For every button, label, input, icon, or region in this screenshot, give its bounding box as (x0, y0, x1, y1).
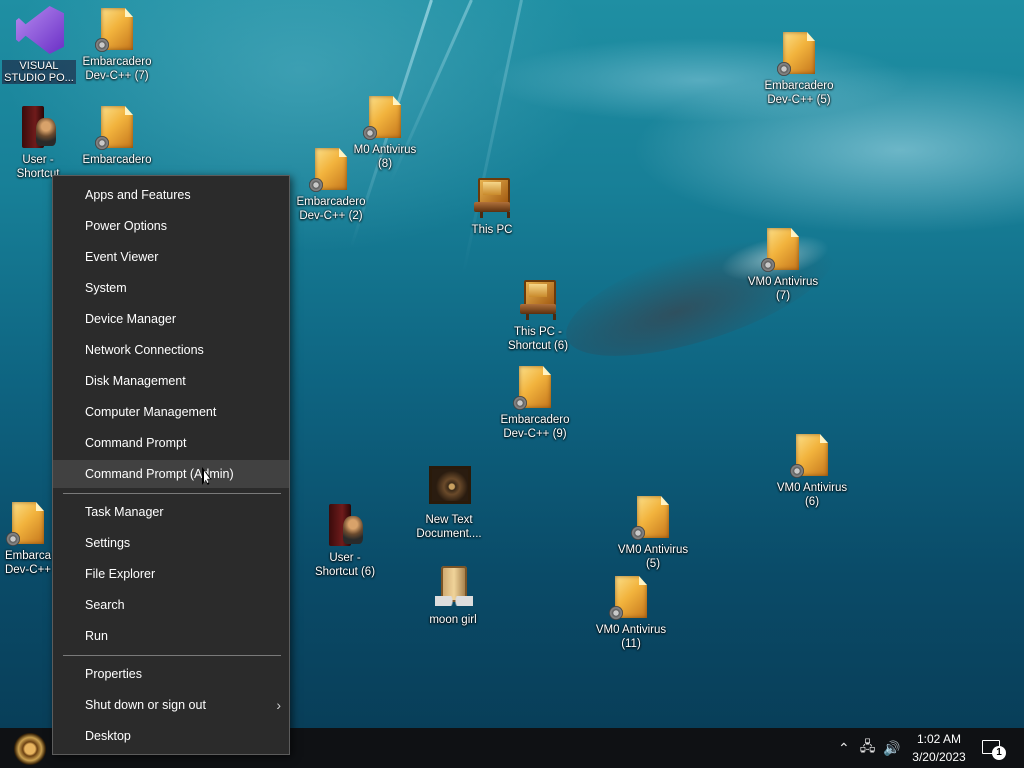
clock-date: 3/20/2023 (912, 750, 966, 764)
gear-icon (309, 178, 323, 192)
desktop-icon-label: New Text Document.... (416, 514, 482, 540)
menu-item-shut-down-or-sign-out[interactable]: Shut down or sign out › (53, 691, 289, 719)
menu-item-settings[interactable]: Settings (53, 529, 289, 557)
desktop-icon-vm0-antivirus-5[interactable]: VM0 Antivirus (5) (615, 496, 691, 571)
menu-item-event-viewer[interactable]: Event Viewer (53, 243, 289, 271)
gear-icon (6, 532, 20, 546)
desktop-icon-label: User - Shortcut (6) (314, 552, 376, 578)
gear-icon (761, 258, 775, 272)
desktop-icon-this-pc[interactable]: This PC (454, 176, 530, 237)
chevron-right-icon: › (276, 697, 281, 713)
menu-item-network-connections[interactable]: Network Connections (53, 336, 289, 364)
desktop-icon-visual-studio[interactable]: VISUAL STUDIO PO... (0, 2, 76, 88)
menu-separator (63, 493, 281, 494)
menu-item-task-manager[interactable]: Task Manager (53, 498, 289, 526)
desktop-icon-moon-girl[interactable]: moon girl (415, 566, 491, 627)
menu-item-run[interactable]: Run (53, 622, 289, 650)
menu-item-command-prompt[interactable]: Command Prompt (53, 429, 289, 457)
desktop-icon-user-shortcut-6[interactable]: User - Shortcut (6) (307, 504, 383, 579)
user-icon (343, 516, 363, 544)
desktop-icon-label: VM0 Antivirus (6) (776, 482, 848, 508)
desktop-icon-dev-cpp-5[interactable]: Embarcadero Dev-C++ (5) (761, 32, 837, 107)
desktop-icon-vm0-antivirus-11[interactable]: VM0 Antivirus (11) (593, 576, 669, 651)
menu-item-apps-and-features[interactable]: Apps and Features (53, 181, 289, 209)
desktop-icon-dev-cpp-2[interactable]: Embarcadero Dev-C++ (2) (293, 148, 369, 223)
visual-studio-icon (16, 6, 64, 54)
action-center-button[interactable]: 1 (980, 738, 1006, 760)
menu-item-system[interactable]: System (53, 274, 289, 302)
desktop-icon-vm0-antivirus-7[interactable]: VM0 Antivirus (7) (745, 228, 821, 303)
desktop-icon-label: VM0 Antivirus (5) (617, 544, 689, 570)
picture-icon (429, 466, 471, 504)
menu-item-power-options[interactable]: Power Options (53, 212, 289, 240)
menu-item-command-prompt-admin[interactable]: Command Prompt (Admin) (53, 460, 289, 488)
desktop-icon-this-pc-shortcut-6[interactable]: This PC - Shortcut (6) (500, 278, 576, 353)
desktop-icon-label: This PC - Shortcut (6) (507, 326, 569, 352)
volume-icon[interactable]: 🔊 (883, 740, 900, 757)
menu-item-desktop[interactable]: Desktop (53, 722, 289, 750)
desktop-icon-new-text-document[interactable]: New Text Document.... (411, 466, 487, 541)
start-button[interactable] (10, 733, 50, 765)
winx-menu: Apps and Features Power Options Event Vi… (52, 175, 290, 755)
desktop-icon-label: VM0 Antivirus (11) (595, 624, 667, 650)
gear-icon (95, 38, 109, 52)
notification-count-badge: 1 (992, 746, 1006, 760)
menu-item-disk-management[interactable]: Disk Management (53, 367, 289, 395)
taskbar-clock[interactable]: 1:02 AM 3/20/2023 (908, 730, 970, 766)
desktop-icon-label: Embarcadero Dev-C++ (5) (764, 80, 834, 106)
desktop-icon-label: Embarcadero Dev-C++ (2) (296, 196, 366, 222)
desktop-icon-dev-cpp[interactable]: Embarcadero (79, 106, 155, 167)
desktop-icon-dev-cpp-left[interactable]: Embarca Dev-C++ (0, 502, 56, 577)
desktop-icon-label: Embarcadero Dev-C++ (9) (500, 414, 570, 440)
desktop-icon-label: This PC (471, 224, 513, 236)
gear-icon (777, 62, 791, 76)
desktop-icon-vm0-antivirus-6[interactable]: VM0 Antivirus (6) (774, 434, 850, 509)
gear-icon (95, 136, 109, 150)
gear-icon (513, 396, 527, 410)
menu-item-properties[interactable]: Properties (53, 660, 289, 688)
gear-icon (631, 526, 645, 540)
menu-item-label: Shut down or sign out (85, 698, 206, 712)
gear-icon (790, 464, 804, 478)
desktop-icon-label: Embarcadero (82, 154, 152, 166)
menu-item-computer-management[interactable]: Computer Management (53, 398, 289, 426)
desktop-icon-label: VISUAL STUDIO PO... (2, 60, 76, 84)
menu-item-file-explorer[interactable]: File Explorer (53, 560, 289, 588)
clock-time: 1:02 AM (916, 732, 962, 746)
menu-item-search[interactable]: Search (53, 591, 289, 619)
desktop-icon-dev-cpp-7[interactable]: Embarcadero Dev-C++ (7) (79, 8, 155, 83)
desktop-icon-label: Embarca Dev-C++ (4, 550, 52, 576)
system-tray: ⌃ 🖧 🔊 (838, 728, 901, 768)
menu-separator (63, 655, 281, 656)
menu-item-device-manager[interactable]: Device Manager (53, 305, 289, 333)
chevron-up-icon[interactable]: ⌃ (838, 740, 850, 757)
desktop-icon-label: Embarcadero Dev-C++ (7) (82, 56, 152, 82)
gear-icon (609, 606, 623, 620)
network-icon[interactable]: 🖧 (860, 736, 876, 760)
desktop-icon-label: moon girl (429, 614, 477, 626)
gear-icon (363, 126, 377, 140)
desktop-icon-label: VM0 Antivirus (7) (747, 276, 819, 302)
user-icon (36, 118, 56, 146)
desktop-icon-user-shortcut[interactable]: User - Shortcut (0, 106, 76, 181)
desktop-icon-dev-cpp-9[interactable]: Embarcadero Dev-C++ (9) (497, 366, 573, 441)
